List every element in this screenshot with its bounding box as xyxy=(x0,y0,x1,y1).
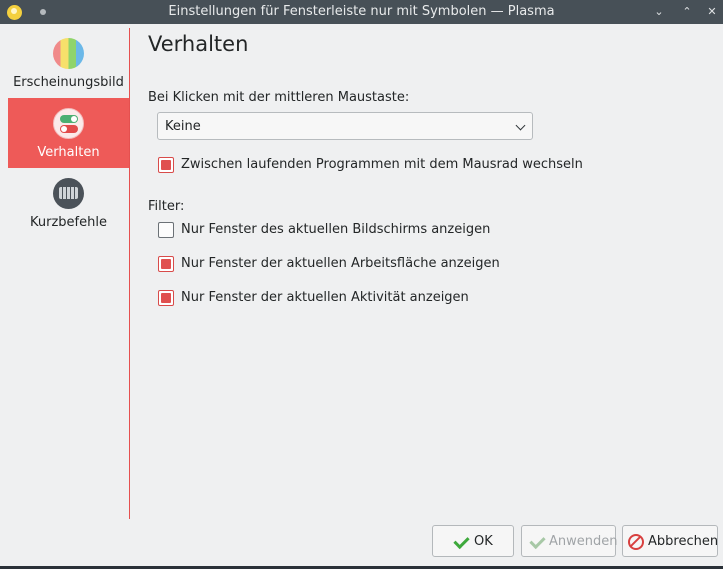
sidebar-item-shortcuts[interactable]: Kurzbefehle xyxy=(8,168,129,238)
appearance-icon xyxy=(53,38,84,69)
sidebar-divider xyxy=(129,28,130,519)
ok-button-label: OK xyxy=(474,534,493,549)
sidebar-item-label: Erscheinungsbild xyxy=(13,75,124,90)
checkbox-box[interactable] xyxy=(158,256,174,272)
apply-button[interactable]: Anwenden xyxy=(521,525,618,557)
cancel-icon xyxy=(628,534,644,550)
page-title: Verhalten xyxy=(148,32,249,56)
checkbox-label: Nur Fenster der aktuellen Aktivität anze… xyxy=(181,290,469,305)
checkbox-box[interactable] xyxy=(158,157,174,173)
ok-button[interactable]: OK xyxy=(432,525,514,557)
behavior-icon xyxy=(53,108,84,139)
cancel-button[interactable]: Abbrechen xyxy=(622,525,718,557)
keyboard-icon xyxy=(53,178,84,209)
checkmark-icon xyxy=(454,534,470,550)
checkbox-box[interactable] xyxy=(158,290,174,306)
checkmark-icon xyxy=(530,534,546,550)
sidebar-item-behavior[interactable]: Verhalten xyxy=(8,98,129,168)
checkbox-box[interactable] xyxy=(158,222,174,238)
maximize-icon[interactable]: ⌃ xyxy=(679,4,695,20)
sidebar-item-appearance[interactable]: Erscheinungsbild xyxy=(8,28,129,98)
settings-window: Erscheinungsbild Verhalten Kurzbefehle V… xyxy=(0,24,723,566)
middle-click-select[interactable]: Keine xyxy=(157,112,533,140)
sidebar-item-label: Kurzbefehle xyxy=(30,215,107,230)
window-title: Einstellungen für Fensterleiste nur mit … xyxy=(168,4,555,19)
title-bar: Einstellungen für Fensterleiste nur mit … xyxy=(0,0,723,24)
middle-click-label: Bei Klicken mit der mittleren Maustaste: xyxy=(148,90,410,105)
cancel-button-label: Abbrechen xyxy=(648,534,719,549)
sidebar: Erscheinungsbild Verhalten Kurzbefehle xyxy=(8,28,129,518)
middle-click-value: Keine xyxy=(165,119,201,134)
checkbox-label: Nur Fenster der aktuellen Arbeitsfläche … xyxy=(181,256,500,271)
chevron-down-icon xyxy=(515,120,526,131)
sidebar-item-label: Verhalten xyxy=(37,145,100,160)
checkbox-label: Nur Fenster des aktuellen Bildschirms an… xyxy=(181,222,491,237)
checkbox-label: Zwischen laufenden Programmen mit dem Ma… xyxy=(181,157,583,172)
close-icon[interactable]: ✕ xyxy=(704,4,720,20)
apply-button-label: Anwenden xyxy=(549,534,618,549)
filter-label: Filter: xyxy=(148,199,185,214)
minimize-icon[interactable]: ⌄ xyxy=(651,4,667,20)
